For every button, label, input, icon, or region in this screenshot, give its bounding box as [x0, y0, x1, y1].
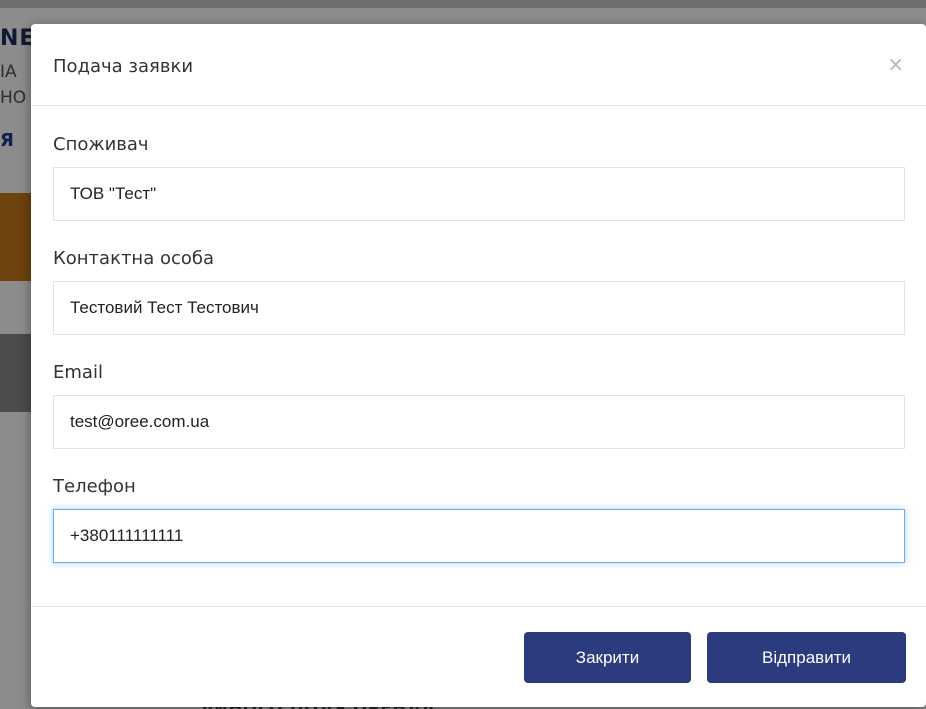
close-icon[interactable]: ×	[887, 54, 904, 74]
consumer-field[interactable]	[53, 167, 905, 221]
phone-field[interactable]	[53, 509, 905, 563]
application-modal: Подача заявки × Споживач Контактна особа…	[31, 24, 926, 707]
send-button[interactable]: Відправити	[707, 632, 906, 683]
contact-person-field[interactable]	[53, 281, 905, 335]
contact-person-label: Контактна особа	[53, 248, 215, 269]
phone-label: Телефон	[53, 476, 136, 497]
close-button[interactable]: Закрити	[524, 632, 691, 683]
modal-title: Подача заявки	[53, 56, 194, 77]
email-label: Email	[53, 362, 103, 383]
consumer-label: Споживач	[53, 134, 149, 155]
modal-footer: Закрити Відправити	[31, 606, 926, 707]
email-field[interactable]	[53, 395, 905, 449]
modal-header: Подача заявки ×	[31, 24, 926, 106]
